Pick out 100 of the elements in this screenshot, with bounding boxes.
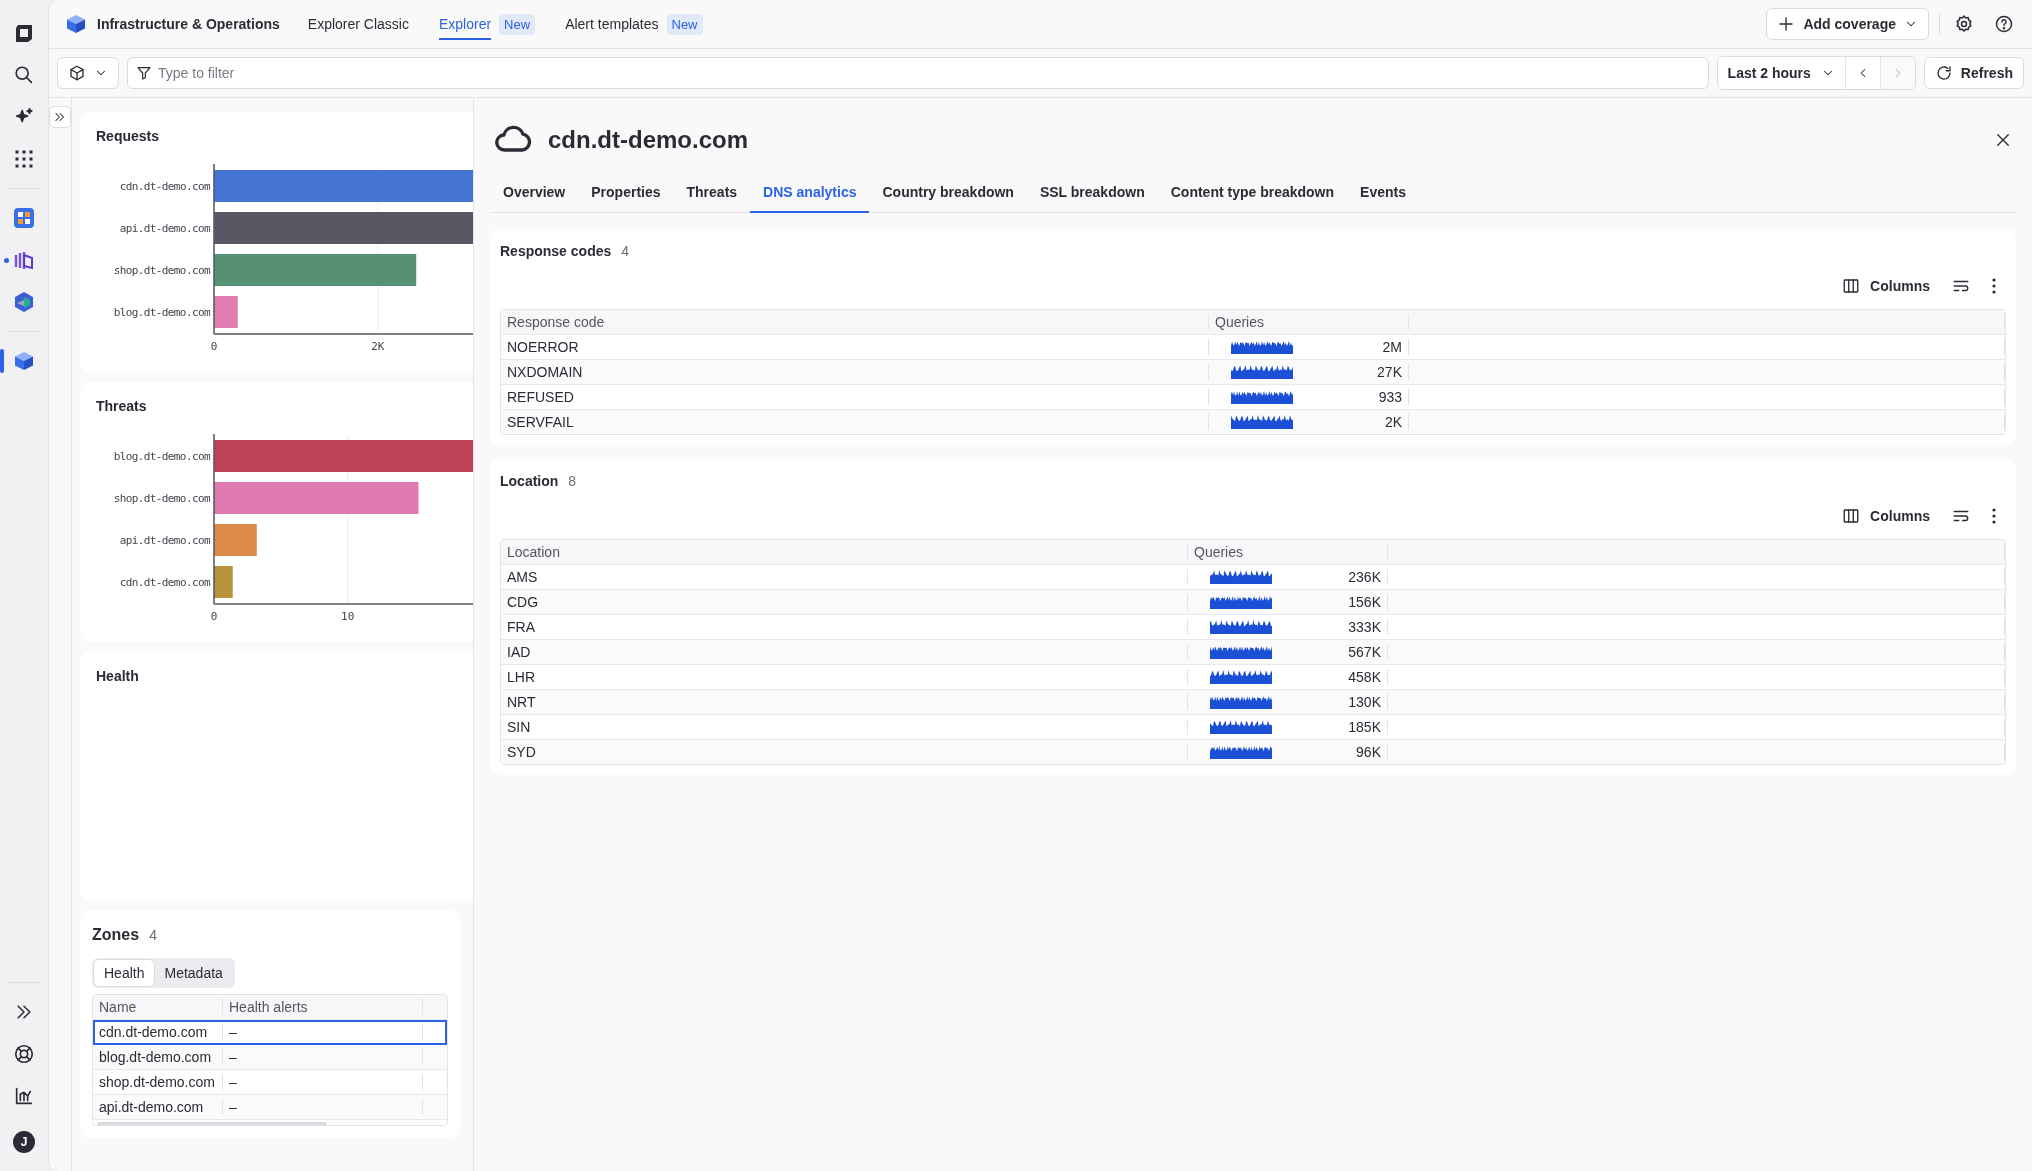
tick-label: 2K (371, 340, 385, 353)
table-cell: REFUSED (501, 389, 1209, 405)
bar (214, 296, 238, 328)
grid-icon (14, 149, 34, 169)
detail-tab[interactable]: SSL breakdown (1026, 174, 1158, 213)
axis-label: api.dt-demo.com (119, 534, 210, 547)
table-cell: IAD (501, 644, 1188, 660)
table-row[interactable]: cdn.dt-demo.com – (93, 1020, 447, 1045)
detail-tab[interactable]: Overview (490, 174, 579, 213)
user-avatar[interactable]: J (13, 1131, 35, 1153)
tick-label: 0 (210, 340, 218, 353)
logo-icon (13, 22, 35, 44)
table-cell: 2M (1382, 339, 1402, 355)
sparkline (1210, 570, 1272, 584)
table-cell: 130K (1348, 694, 1381, 710)
more-icon (1992, 508, 1996, 524)
column-header: Location (501, 544, 1188, 560)
table-cell: 27K (1377, 364, 1402, 380)
double-chevron-icon (53, 110, 67, 124)
sparkline (1210, 745, 1272, 759)
nav-tab[interactable]: Explorer Classic (307, 4, 409, 44)
nav-tab[interactable]: Alert templates New (565, 1, 703, 47)
table-row[interactable]: api.dt-demo.com – (93, 1095, 447, 1120)
sparkline (1210, 720, 1272, 734)
table-cell: 185K (1348, 719, 1381, 735)
table-cell: NOERROR (501, 339, 1209, 355)
columns-icon (1842, 277, 1861, 295)
table-cell: – (223, 1049, 423, 1065)
cube-icon (68, 64, 86, 82)
detail-tab[interactable]: Threats (673, 174, 751, 213)
expand-panel-button[interactable] (49, 106, 71, 128)
columns-button[interactable]: Columns (1838, 503, 1934, 529)
plus-icon (1777, 15, 1796, 33)
table-cell: cdn.dt-demo.com (93, 1024, 223, 1040)
chart-title: Requests (96, 128, 161, 144)
timeframe-dropdown[interactable]: Last 2 hours (1717, 57, 1846, 89)
view-toggle[interactable]: Health (94, 960, 155, 986)
table-cell: 567K (1348, 644, 1381, 660)
sparkline (1231, 390, 1293, 404)
card-title: Health (96, 668, 140, 684)
row-count: 4 (621, 243, 630, 259)
detail-tab[interactable]: Country breakdown (869, 174, 1027, 213)
axis-label: shop.dt-demo.com (113, 492, 210, 505)
sparkline (1210, 645, 1272, 659)
axis-label: blog.dt-demo.com (113, 306, 210, 319)
row-count: 8 (568, 473, 577, 489)
table-cell: AMS (501, 569, 1188, 585)
sparkline (1231, 340, 1293, 354)
lifebuoy-icon (13, 1043, 35, 1065)
table-cell: 933 (1378, 389, 1402, 405)
table-cell: SERVFAIL (501, 414, 1209, 430)
help-icon (1994, 14, 2014, 34)
refresh-button[interactable]: Refresh (1923, 57, 2024, 89)
chart-title: Threats (96, 398, 148, 414)
detail-tab[interactable]: Content type breakdown (1157, 174, 1348, 213)
nav-tab[interactable]: Explorer New (438, 1, 536, 47)
sparkline (1210, 595, 1272, 609)
filter-icon (136, 65, 152, 81)
table-cell: 236K (1348, 569, 1381, 585)
table-cell: NXDOMAIN (501, 364, 1209, 380)
detail-tab[interactable]: DNS analytics (750, 174, 870, 213)
axis-label: blog.dt-demo.com (113, 450, 210, 463)
axis-label: cdn.dt-demo.com (119, 576, 210, 589)
table-cell: 2K (1384, 414, 1402, 430)
column-header: Queries (1209, 314, 1409, 330)
columns-icon (1842, 507, 1861, 525)
cube-app-icon (13, 350, 35, 372)
entity-type-dropdown[interactable] (57, 57, 119, 89)
axis-label: shop.dt-demo.com (113, 264, 210, 277)
section-title: Response codes (500, 243, 612, 259)
dashboard-app-icon (13, 207, 35, 229)
axis-label: cdn.dt-demo.com (119, 180, 210, 193)
layers-app-icon (13, 249, 35, 271)
refresh-icon (1934, 64, 1953, 82)
section-title: Location (500, 473, 559, 489)
chart-icon (13, 1085, 35, 1107)
tick-label: 0 (210, 610, 218, 623)
add-coverage-button[interactable]: Add coverage (1766, 8, 1929, 40)
table-cell: NRT (501, 694, 1188, 710)
column-header: Response code (501, 314, 1209, 330)
table-cell: 96K (1356, 744, 1381, 760)
column-header: Name (93, 999, 223, 1015)
table-row[interactable]: blog.dt-demo.com – (93, 1045, 447, 1070)
entity-title: cdn.dt-demo.com (548, 126, 748, 154)
more-icon (1992, 278, 1996, 294)
filter-field[interactable]: Type to filter (127, 57, 1709, 89)
detail-tab[interactable]: Events (1347, 174, 1419, 213)
table-cell: shop.dt-demo.com (93, 1074, 223, 1090)
columns-button[interactable]: Columns (1838, 273, 1934, 299)
settings-icon (1954, 14, 1974, 34)
view-toggle[interactable]: Metadata (154, 960, 233, 986)
detail-tab[interactable]: Properties (578, 174, 674, 213)
table-cell: api.dt-demo.com (93, 1099, 223, 1115)
table-cell: – (223, 1099, 423, 1115)
table-cell: SIN (501, 719, 1188, 735)
table-cell: SYD (501, 744, 1188, 760)
tick-label: 10 (341, 610, 355, 623)
sparkline (1210, 670, 1272, 684)
search-icon (13, 64, 35, 86)
close-icon (1994, 131, 2012, 149)
